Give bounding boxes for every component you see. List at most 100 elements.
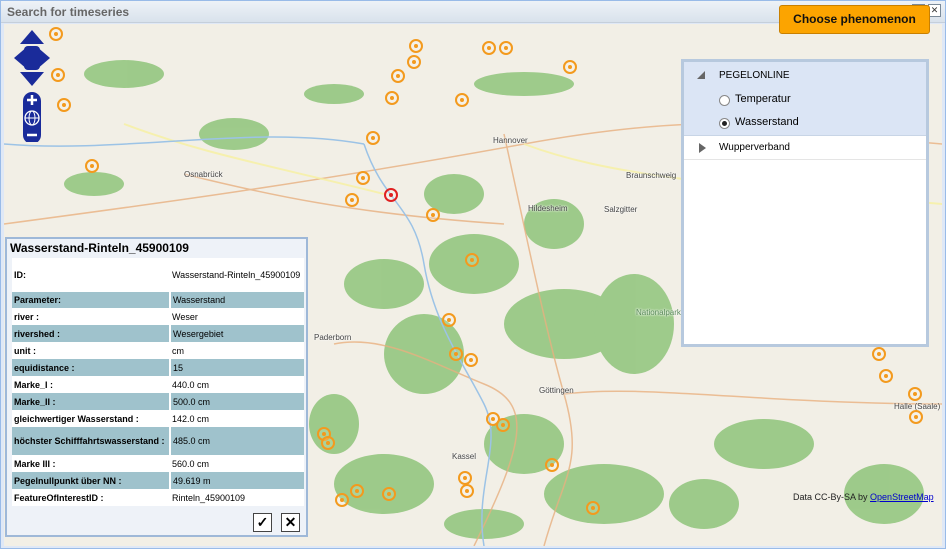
attr-value: Wasserstand-Rinteln_45900109	[172, 270, 301, 280]
station-marker[interactable]	[482, 41, 496, 55]
city-label: Göttingen	[539, 386, 574, 395]
attr-key: Marke_II :	[12, 393, 170, 410]
station-marker[interactable]	[872, 347, 886, 361]
station-marker[interactable]	[879, 369, 893, 383]
attribution-text: Data CC-By-SA by	[793, 492, 868, 502]
table-row: Pegelnullpunkt über NN :49.619 m	[12, 472, 304, 489]
table-row: Marke_II :500.0 cm	[12, 393, 304, 410]
table-row: Marke III : 560.0 cm	[12, 455, 304, 472]
station-marker[interactable]	[908, 387, 922, 401]
station-marker[interactable]	[51, 68, 65, 82]
station-marker[interactable]	[496, 418, 510, 432]
station-marker[interactable]	[455, 93, 469, 107]
station-marker[interactable]	[345, 193, 359, 207]
attr-value: 49.619 m	[169, 472, 304, 489]
city-label: Paderborn	[314, 333, 352, 342]
station-attributes-table: ID: Wasserstand-Rinteln_45900109 Paramete…	[12, 258, 304, 506]
zoom-out-icon[interactable]	[23, 127, 41, 143]
attr-value: 485.0 cm	[169, 427, 304, 455]
search-timeseries-window: Search for timeseries ▭ ✕	[0, 0, 946, 549]
group-wupperverband[interactable]: Wupperverband	[684, 136, 926, 160]
city-label: Kassel	[452, 452, 477, 461]
attr-key: Parameter:	[12, 292, 170, 308]
attr-key: Pegelnullpunkt über NN :	[12, 472, 170, 489]
table-row: equidistance :15	[12, 359, 304, 376]
group-pegelonline[interactable]: PEGELONLINE Temperatur Wasserstand	[684, 62, 926, 136]
radio-wasserstand[interactable]	[719, 118, 730, 129]
openstreetmap-link[interactable]: OpenStreetMap	[870, 492, 934, 502]
map-attribution: Data CC-By-SA by OpenStreetMap	[793, 492, 934, 502]
station-marker[interactable]	[442, 313, 456, 327]
table-row: gleichwertiger Wasserstand : 142.0 cm	[12, 410, 304, 427]
station-marker[interactable]	[465, 253, 479, 267]
attr-key: river :	[14, 311, 40, 322]
city-label: Osnabrück	[184, 170, 223, 179]
zoom-in-icon[interactable]	[23, 92, 41, 108]
attr-key: gleichwertiger Wasserstand :	[14, 413, 139, 424]
station-marker[interactable]	[545, 458, 559, 472]
attr-value: 440.0 cm	[172, 379, 210, 390]
attr-key: Marke III :	[14, 458, 56, 469]
attr-key: unit :	[14, 345, 36, 356]
station-marker[interactable]	[407, 55, 421, 69]
attr-key: Marke_I :	[14, 379, 54, 390]
table-row: Parameter: Wasserstand	[12, 292, 304, 308]
option-label[interactable]: Temperatur	[735, 93, 791, 105]
station-marker[interactable]	[909, 410, 923, 424]
attr-value: 142.0 cm	[172, 413, 210, 424]
station-marker[interactable]	[350, 484, 364, 498]
city-label: Hildesheim	[528, 204, 568, 213]
radio-temperatur[interactable]	[719, 95, 730, 106]
choose-phenomenon-button[interactable]: Choose phenomenon	[779, 5, 930, 34]
x-icon[interactable]: ✕	[281, 513, 300, 532]
table-row: FeatureOfInterestID : Rinteln_45900109	[12, 489, 304, 506]
station-marker[interactable]	[321, 436, 335, 450]
group-label[interactable]: PEGELONLINE	[719, 70, 790, 81]
collapsed-arrow-icon[interactable]	[699, 143, 706, 153]
station-marker[interactable]	[458, 471, 472, 485]
zoom-world-icon[interactable]	[23, 110, 41, 126]
station-marker[interactable]	[409, 39, 423, 53]
station-marker[interactable]	[382, 487, 396, 501]
attr-key: rivershed :	[12, 325, 170, 342]
attr-value: Wesergebiet	[169, 325, 304, 342]
attr-value: 500.0 cm	[169, 393, 304, 410]
station-marker[interactable]	[335, 493, 349, 507]
station-marker[interactable]	[563, 60, 577, 74]
station-marker[interactable]	[57, 98, 71, 112]
station-marker[interactable]	[356, 171, 370, 185]
expanded-arrow-icon[interactable]	[697, 71, 705, 79]
station-marker[interactable]	[499, 41, 513, 55]
group-label[interactable]: Wupperverband	[719, 142, 790, 153]
option-label[interactable]: Wasserstand	[735, 116, 799, 128]
table-row: ID: Wasserstand-Rinteln_45900109	[12, 258, 304, 292]
station-marker[interactable]	[385, 91, 399, 105]
city-label: Hannover	[493, 136, 528, 145]
attr-key: höchster Schifffahrtswasserstand :	[12, 427, 170, 455]
popup-title: Wasserstand-Rinteln_45900109	[10, 241, 189, 255]
window-title: Search for timeseries	[7, 5, 130, 19]
station-marker[interactable]	[449, 347, 463, 361]
selected-station-marker[interactable]	[384, 188, 398, 202]
station-info-popup: Wasserstand-Rinteln_45900109 ID: Wasserst…	[5, 237, 308, 537]
table-row: unit : cm	[12, 342, 304, 359]
attr-value: cm	[172, 345, 184, 356]
attr-value: Wasserstand	[169, 292, 304, 308]
checkmark-icon[interactable]: ✓	[253, 513, 272, 532]
station-marker[interactable]	[460, 484, 474, 498]
table-row: Marke_I : 440.0 cm	[12, 376, 304, 393]
phenomenon-panel: PEGELONLINE Temperatur Wasserstand Wuppe…	[681, 59, 929, 347]
attr-value: 15	[169, 359, 304, 376]
station-marker[interactable]	[49, 27, 63, 41]
table-row: rivershed : Wesergebiet	[12, 325, 304, 342]
station-marker[interactable]	[85, 159, 99, 173]
station-marker[interactable]	[464, 353, 478, 367]
station-marker[interactable]	[586, 501, 600, 515]
attr-value: Weser	[172, 311, 198, 322]
station-marker[interactable]	[426, 208, 440, 222]
attr-key: ID:	[14, 270, 26, 280]
table-row: höchster Schifffahrtswasserstand :485.0 …	[12, 427, 304, 455]
pan-up-icon	[20, 30, 44, 44]
station-marker[interactable]	[391, 69, 405, 83]
station-marker[interactable]	[366, 131, 380, 145]
